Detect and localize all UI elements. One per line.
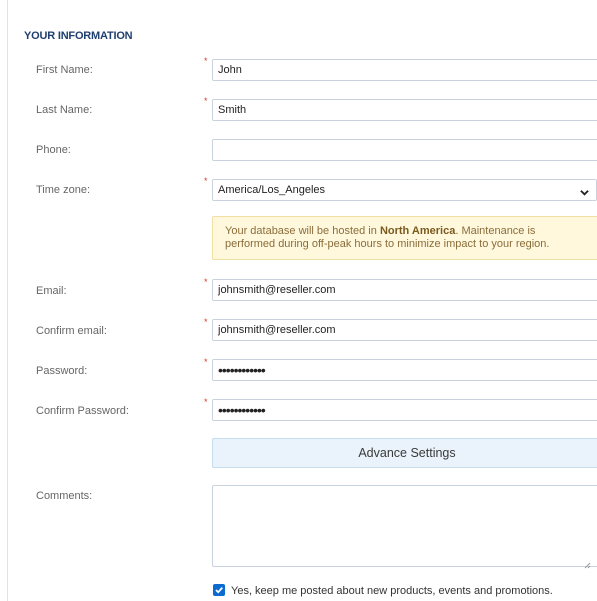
chevron-down-icon — [580, 184, 589, 196]
confirm-password-label: Confirm Password: — [36, 405, 129, 417]
phone-label: Phone: — [36, 144, 71, 156]
password-label: Password: — [36, 365, 88, 377]
required-marker: * — [204, 176, 208, 186]
time-zone-value: America/Los_Angeles — [218, 184, 326, 196]
comments-textarea[interactable] — [212, 485, 597, 569]
required-marker: * — [204, 317, 208, 327]
left-divider — [7, 0, 8, 601]
time-zone-label: Time zone: — [36, 184, 91, 196]
notice-text-after: . Maintenance is — [455, 225, 536, 237]
last-name-label: Last Name: — [36, 104, 93, 116]
required-marker: * — [204, 56, 208, 66]
required-marker: * — [204, 357, 208, 367]
section-title: YOUR INFORMATION — [24, 30, 133, 42]
phone-input[interactable] — [212, 139, 597, 161]
advance-settings-button[interactable]: Advance Settings — [212, 438, 597, 468]
first-name-input[interactable] — [212, 59, 597, 81]
newsletter-label[interactable]: Yes, keep me posted about new products, … — [231, 585, 553, 597]
notice-text-before: Your database will be hosted in — [225, 225, 380, 237]
confirm-password-input[interactable] — [212, 399, 597, 421]
password-input[interactable] — [212, 359, 597, 381]
required-marker: * — [204, 397, 208, 407]
notice-line2: performed during off-peak hours to minim… — [225, 238, 550, 250]
resize-handle-icon[interactable] — [583, 556, 591, 569]
comments-label: Comments: — [36, 490, 93, 502]
newsletter-checkbox[interactable] — [213, 584, 225, 596]
hosting-notice: Your database will be hosted in North Am… — [212, 216, 597, 260]
confirm-email-input[interactable] — [212, 319, 597, 341]
time-zone-select[interactable]: America/Los_Angeles — [212, 179, 597, 201]
email-label: Email: — [36, 285, 67, 297]
required-marker: * — [204, 96, 208, 106]
first-name-label: First Name: — [36, 64, 93, 76]
checkmark-icon — [215, 587, 223, 594]
email-input[interactable] — [212, 279, 597, 301]
required-marker: * — [204, 277, 208, 287]
last-name-input[interactable] — [212, 99, 597, 121]
confirm-email-label: Confirm email: — [36, 325, 107, 337]
notice-region: North America — [379, 225, 456, 237]
